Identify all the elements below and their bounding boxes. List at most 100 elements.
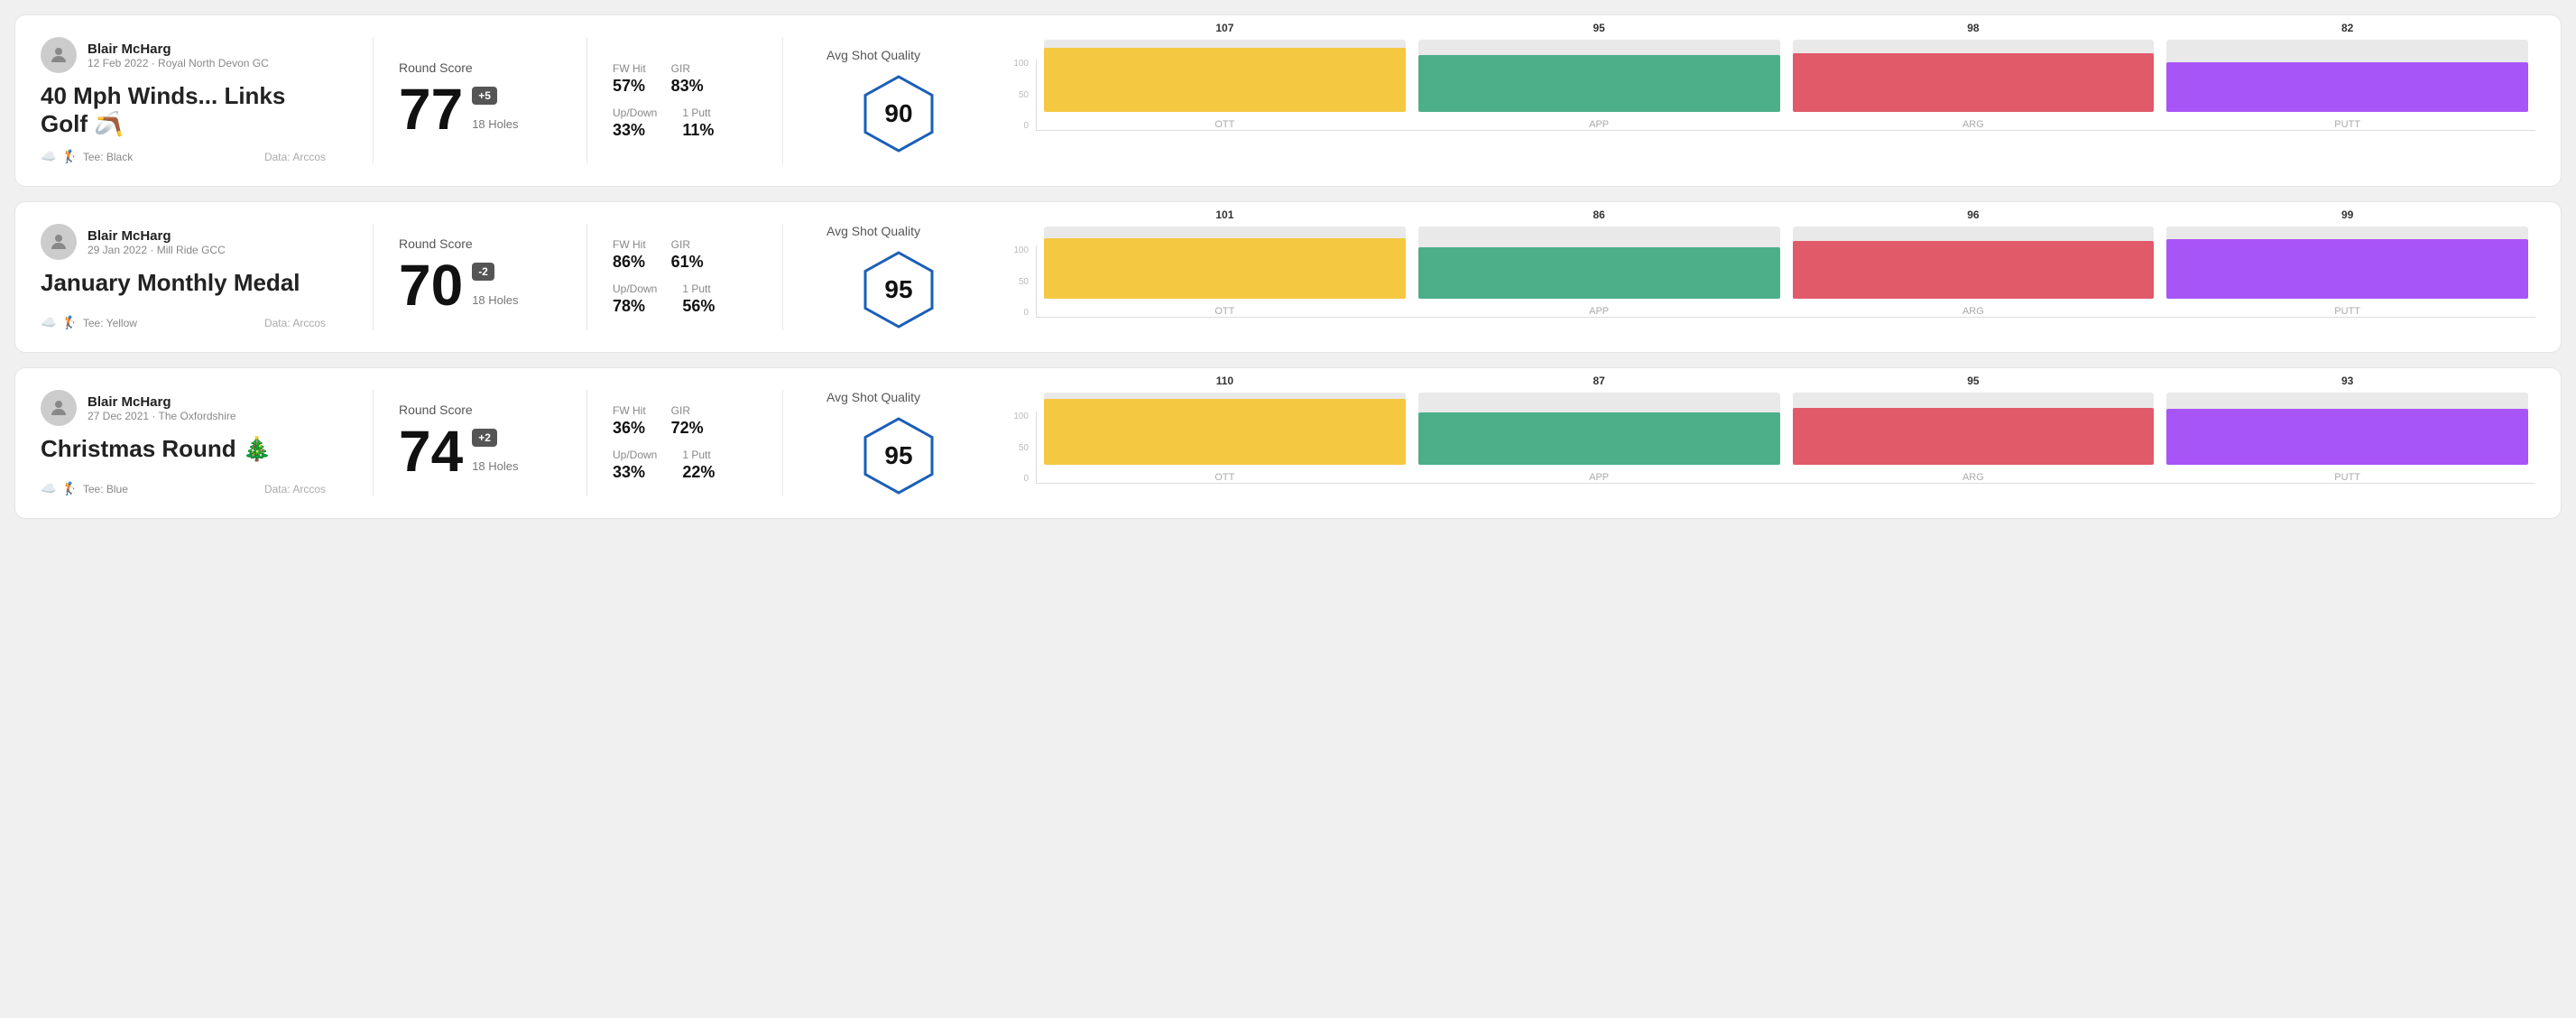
bar-label: ARG bbox=[1962, 119, 1984, 130]
user-icon bbox=[48, 44, 69, 66]
hexagon-wrap: 95 bbox=[826, 249, 971, 330]
card-quality: Avg Shot Quality 95 bbox=[808, 224, 989, 330]
bar-group: 107 OTT bbox=[1044, 22, 1406, 130]
user-info: Blair McHarg 27 Dec 2021 · The Oxfordshi… bbox=[88, 394, 236, 422]
divider bbox=[782, 37, 783, 164]
bar-group: 93 PUTT bbox=[2166, 375, 2528, 483]
data-source: Data: Arccos bbox=[264, 151, 326, 163]
bar-fill bbox=[2166, 409, 2528, 465]
oneputt-label: 1 Putt bbox=[682, 282, 715, 295]
gir-value: 83% bbox=[671, 77, 704, 96]
chart-y-0: 0 bbox=[1003, 474, 1029, 484]
weather-icon: ☁️ bbox=[41, 149, 56, 164]
updown-value: 78% bbox=[613, 297, 657, 316]
bar-container bbox=[1418, 227, 1780, 299]
bar-group: 95 APP bbox=[1418, 22, 1780, 130]
bar-fill bbox=[2166, 239, 2528, 299]
chart-section: 100 50 0 110 OTT 87 AP bbox=[989, 390, 2535, 496]
user-name: Blair McHarg bbox=[88, 394, 236, 410]
divider bbox=[586, 224, 587, 330]
bar-container bbox=[1793, 40, 2155, 112]
bar-value: 86 bbox=[1593, 208, 1604, 221]
stats-row-bottom: Up/Down 33% 1 Putt 22% bbox=[613, 449, 757, 482]
quality-label: Avg Shot Quality bbox=[826, 224, 920, 238]
score-main: 77 +5 18 Holes bbox=[399, 80, 561, 138]
tee-info: ☁️ 🏌 Tee: Black bbox=[41, 149, 133, 164]
hexagon-wrap: 90 bbox=[826, 73, 971, 154]
chart-y-100: 100 bbox=[1003, 412, 1029, 421]
divider bbox=[586, 390, 587, 496]
stats-row-top: FW Hit 86% GIR 61% bbox=[613, 238, 757, 272]
divider bbox=[373, 390, 374, 496]
score-main: 70 -2 18 Holes bbox=[399, 256, 561, 314]
bar-value: 93 bbox=[2341, 375, 2353, 387]
gir-stat: GIR 72% bbox=[671, 404, 704, 438]
chart-section: 100 50 0 107 OTT 95 AP bbox=[989, 37, 2535, 164]
chart-y-100: 100 bbox=[1003, 59, 1029, 69]
quality-label: Avg Shot Quality bbox=[826, 390, 920, 404]
updown-label: Up/Down bbox=[613, 449, 657, 461]
card-quality: Avg Shot Quality 90 bbox=[808, 37, 989, 164]
chart-y-0: 0 bbox=[1003, 308, 1029, 318]
bag-icon: 🏌 bbox=[61, 315, 77, 330]
chart-y-100: 100 bbox=[1003, 245, 1029, 255]
divider bbox=[782, 224, 783, 330]
bar-group: 96 ARG bbox=[1793, 208, 2155, 317]
gir-label: GIR bbox=[671, 62, 704, 75]
tee-info: ☁️ 🏌 Tee: Blue bbox=[41, 481, 128, 496]
hexagon-number: 95 bbox=[884, 441, 912, 470]
bar-label: PUTT bbox=[2334, 119, 2360, 130]
chart-y-50: 50 bbox=[1003, 90, 1029, 100]
avatar bbox=[41, 390, 77, 426]
bar-label: ARG bbox=[1962, 472, 1984, 483]
bar-label: OTT bbox=[1214, 306, 1234, 317]
bar-fill bbox=[1418, 247, 1780, 299]
oneputt-label: 1 Putt bbox=[682, 106, 714, 119]
chart-y-50: 50 bbox=[1003, 277, 1029, 287]
bar-fill bbox=[1793, 241, 2155, 299]
hexagon-number: 95 bbox=[884, 275, 912, 304]
bar-value: 101 bbox=[1215, 208, 1233, 221]
hexagon-wrap: 95 bbox=[826, 415, 971, 496]
score-holes: 18 Holes bbox=[472, 459, 518, 473]
round-title: Christmas Round 🎄 bbox=[41, 435, 326, 463]
score-holes: 18 Holes bbox=[472, 117, 518, 131]
bar-value: 99 bbox=[2341, 208, 2353, 221]
stats-row-bottom: Up/Down 78% 1 Putt 56% bbox=[613, 282, 757, 316]
bar-fill bbox=[1418, 412, 1780, 465]
fw-hit-value: 86% bbox=[613, 253, 646, 272]
user-meta: 29 Jan 2022 · Mill Ride GCC bbox=[88, 244, 226, 256]
gir-value: 72% bbox=[671, 419, 704, 438]
fw-hit-label: FW Hit bbox=[613, 62, 646, 75]
gir-stat: GIR 61% bbox=[671, 238, 704, 272]
user-row: Blair McHarg 29 Jan 2022 · Mill Ride GCC bbox=[41, 224, 326, 260]
bar-container bbox=[2166, 393, 2528, 465]
fw-hit-value: 57% bbox=[613, 77, 646, 96]
user-row: Blair McHarg 27 Dec 2021 · The Oxfordshi… bbox=[41, 390, 326, 426]
score-main: 74 +2 18 Holes bbox=[399, 422, 561, 480]
bar-container bbox=[1044, 40, 1406, 112]
fw-hit-stat: FW Hit 86% bbox=[613, 238, 646, 272]
bag-icon: 🏌 bbox=[61, 481, 77, 496]
bar-group: 95 ARG bbox=[1793, 375, 2155, 483]
bar-fill bbox=[1418, 55, 1780, 112]
bar-group: 86 APP bbox=[1418, 208, 1780, 317]
updown-stat: Up/Down 33% bbox=[613, 106, 657, 140]
fw-hit-label: FW Hit bbox=[613, 404, 646, 417]
hexagon: 95 bbox=[858, 249, 939, 330]
bar-value: 107 bbox=[1215, 22, 1233, 34]
card-score: Round Score 77 +5 18 Holes bbox=[399, 37, 561, 164]
round-title: January Monthly Medal bbox=[41, 269, 326, 297]
gir-label: GIR bbox=[671, 404, 704, 417]
updown-stat: Up/Down 33% bbox=[613, 449, 657, 482]
bar-container bbox=[2166, 227, 2528, 299]
chart-section: 100 50 0 101 OTT 86 AP bbox=[989, 224, 2535, 330]
fw-hit-value: 36% bbox=[613, 419, 646, 438]
gir-stat: GIR 83% bbox=[671, 62, 704, 96]
user-info: Blair McHarg 29 Jan 2022 · Mill Ride GCC bbox=[88, 228, 226, 256]
card-score: Round Score 70 -2 18 Holes bbox=[399, 224, 561, 330]
round-card: Blair McHarg 12 Feb 2022 · Royal North D… bbox=[14, 14, 2562, 187]
bag-icon: 🏌 bbox=[61, 149, 77, 164]
bar-group: 98 ARG bbox=[1793, 22, 2155, 130]
bar-container bbox=[1418, 40, 1780, 112]
